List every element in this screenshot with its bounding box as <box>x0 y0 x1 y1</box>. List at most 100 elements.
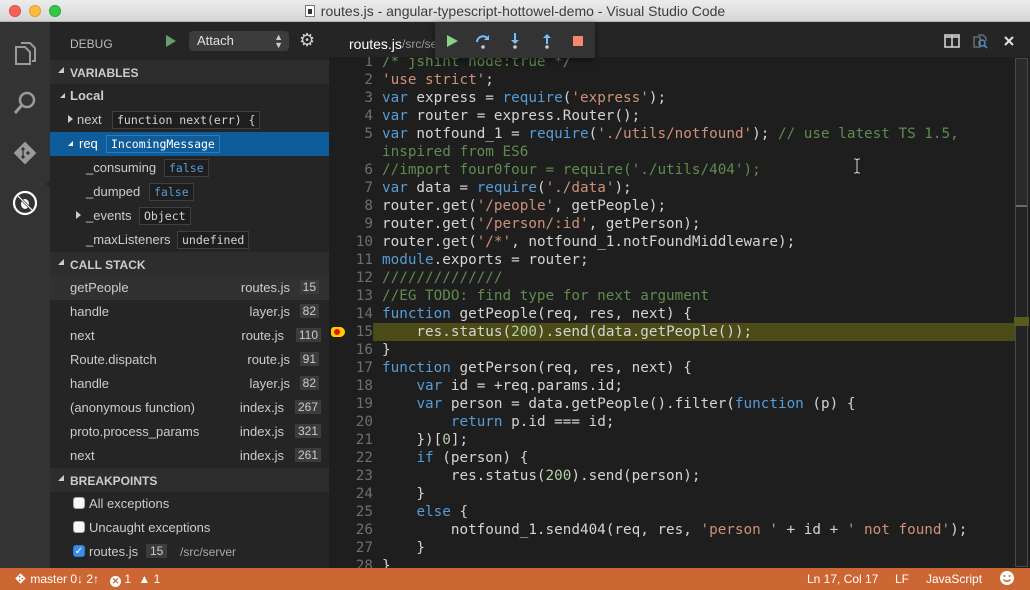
code-line[interactable]: 21 })[0]; <box>329 431 1019 449</box>
line-number[interactable]: 1 <box>329 57 373 71</box>
line-number[interactable]: 20 <box>329 413 373 431</box>
code-line[interactable]: 14 function getPeople(req, res, next) { <box>329 305 1019 323</box>
code-line[interactable]: 3 var express = require('express'); <box>329 89 1019 107</box>
code-line[interactable]: 11 module.exports = router; <box>329 251 1019 269</box>
code-line[interactable]: 2 'use strict'; <box>329 71 1019 89</box>
explorer-icon[interactable] <box>0 28 50 78</box>
stop-icon[interactable] <box>569 32 587 50</box>
line-number[interactable]: 14 <box>329 305 373 323</box>
line-number[interactable]: 27 <box>329 539 373 557</box>
code-line[interactable]: 13 //EG TODO: find type for next argument <box>329 287 1019 305</box>
line-number[interactable]: 3 <box>329 89 373 107</box>
continue-icon[interactable] <box>443 32 461 50</box>
language-mode[interactable]: JavaScript <box>926 572 982 586</box>
close-icon[interactable] <box>1000 32 1018 50</box>
cursor-position[interactable]: Ln 17, Col 17 <box>807 572 878 586</box>
code-line[interactable]: 22 if (person) { <box>329 449 1019 467</box>
code-line[interactable]: 26 notfound_1.send404(req, res, 'person … <box>329 521 1019 539</box>
line-number[interactable]: 24 <box>329 485 373 503</box>
code-line[interactable]: 16} <box>329 341 1019 359</box>
code-line[interactable]: 23 res.status(200).send(person); <box>329 467 1019 485</box>
line-number[interactable]: 9 <box>329 215 373 233</box>
code-line[interactable]: 17 function getPerson(req, res, next) { <box>329 359 1019 377</box>
stack-frame[interactable]: next index.js 261 <box>50 444 329 468</box>
open-changes-icon[interactable] <box>971 32 989 50</box>
checkbox[interactable] <box>73 497 85 509</box>
launch-config-select[interactable]: Attach ▲ ▼ <box>189 31 289 51</box>
line-number[interactable]: 18 <box>329 377 373 395</box>
code-line[interactable]: 8 router.get('/people', getPeople); <box>329 197 1019 215</box>
code-line[interactable]: 18 var id = +req.params.id; <box>329 377 1019 395</box>
line-number[interactable]: 21 <box>329 431 373 449</box>
step-over-icon[interactable] <box>474 32 492 50</box>
variable-row-selected[interactable]: req IncomingMessage <box>50 132 329 156</box>
code-line[interactable]: 20 return p.id === id; <box>329 413 1019 431</box>
stack-frame[interactable]: proto.process_params index.js 321 <box>50 420 329 444</box>
code-line[interactable]: inspired from ES6 <box>329 143 1019 161</box>
stack-frame[interactable]: next route.js 110 <box>50 324 329 348</box>
stack-frame[interactable]: getPeople routes.js 15 <box>50 276 329 300</box>
variable-row[interactable]: _dumped false <box>50 180 329 204</box>
line-number[interactable]: 13 <box>329 287 373 305</box>
variable-row[interactable]: _consuming false <box>50 156 329 180</box>
code-line[interactable]: 19 var person = data.getPeople().filter(… <box>329 395 1019 413</box>
eol-status[interactable]: LF <box>895 572 909 586</box>
tab-routes-js[interactable]: routes.js <box>349 36 402 52</box>
variable-row[interactable]: _maxListeners undefined <box>50 228 329 252</box>
stack-frame[interactable]: (anonymous function) index.js 267 <box>50 396 329 420</box>
play-icon[interactable] <box>166 35 176 47</box>
line-number[interactable]: 2 <box>329 71 373 89</box>
line-number[interactable]: 11 <box>329 251 373 269</box>
line-number[interactable]: 10 <box>329 233 373 251</box>
step-out-icon[interactable] <box>538 32 556 50</box>
breakpoints-header[interactable]: BREAKPOINTS <box>50 468 329 492</box>
line-number[interactable]: 4 <box>329 107 373 125</box>
line-number[interactable]: 17 <box>329 359 373 377</box>
code-line[interactable]: 7 var data = require('./data'); <box>329 179 1019 197</box>
line-number[interactable]: 7 <box>329 179 373 197</box>
code-line[interactable]: 28} <box>329 557 1019 568</box>
stack-frame[interactable]: handle layer.js 82 <box>50 372 329 396</box>
code-line[interactable]: 25 else { <box>329 503 1019 521</box>
code-line[interactable]: 1 /* jshint node:true */ <box>329 57 1019 71</box>
code-line[interactable]: 9 router.get('/person/:id', getPerson); <box>329 215 1019 233</box>
search-icon[interactable] <box>0 78 50 128</box>
code-line[interactable]: 15 res.status(200).send(data.getPeople()… <box>329 323 1019 341</box>
split-editor-icon[interactable] <box>943 32 961 50</box>
variable-row[interactable]: _events Object <box>50 204 329 228</box>
line-number[interactable]: 5 <box>329 125 373 143</box>
line-number[interactable]: 23 <box>329 467 373 485</box>
line-number[interactable]: 6 <box>329 161 373 179</box>
code-line[interactable]: 6 //import four0four = require('./utils/4… <box>329 161 1019 179</box>
sync-status[interactable]: 0↓ 2↑ <box>70 572 99 586</box>
variable-row[interactable]: next function next(err) { <box>50 108 329 132</box>
code-line[interactable]: 12 ////////////// <box>329 269 1019 287</box>
scope-local[interactable]: Local <box>50 84 329 108</box>
debug-icon[interactable] <box>0 178 50 228</box>
problems-status[interactable]: ✕ 1 ▲ 1 <box>110 572 160 587</box>
step-into-icon[interactable] <box>506 32 524 50</box>
smiley-icon[interactable] <box>999 570 1015 589</box>
code-line[interactable]: 4 var router = express.Router(); <box>329 107 1019 125</box>
line-number[interactable]: 22 <box>329 449 373 467</box>
code-line[interactable]: 24 } <box>329 485 1019 503</box>
breakpoint-item[interactable]: Uncaught exceptions <box>50 516 329 540</box>
breakpoint-item[interactable]: All exceptions <box>50 492 329 516</box>
breakpoint-icon[interactable] <box>331 327 345 337</box>
line-number[interactable]: 28 <box>329 557 373 568</box>
editor-scrollbar[interactable] <box>1014 58 1029 567</box>
code-line[interactable]: 10 router.get('/*', notfound_1.notFoundMi… <box>329 233 1019 251</box>
line-number[interactable]: 16 <box>329 341 373 359</box>
line-number[interactable]: 8 <box>329 197 373 215</box>
checkbox[interactable] <box>73 521 85 533</box>
code-editor[interactable]: 1 /* jshint node:true */ 2 'use strict'; 3 va… <box>329 57 1030 568</box>
code-line[interactable]: 5 var notfound_1 = require('./utils/notfo… <box>329 125 1019 143</box>
variables-header[interactable]: VARIABLES <box>50 60 329 84</box>
stack-frame[interactable]: Route.dispatch route.js 91 <box>50 348 329 372</box>
line-number[interactable]: 12 <box>329 269 373 287</box>
branch-status[interactable]: master 0↓ 2↑ <box>14 572 99 586</box>
breakpoint-item[interactable]: ✓ routes.js 15/src/server <box>50 540 329 564</box>
line-number[interactable]: 19 <box>329 395 373 413</box>
code-line[interactable]: 27 } <box>329 539 1019 557</box>
call-stack-header[interactable]: CALL STACK <box>50 252 329 276</box>
